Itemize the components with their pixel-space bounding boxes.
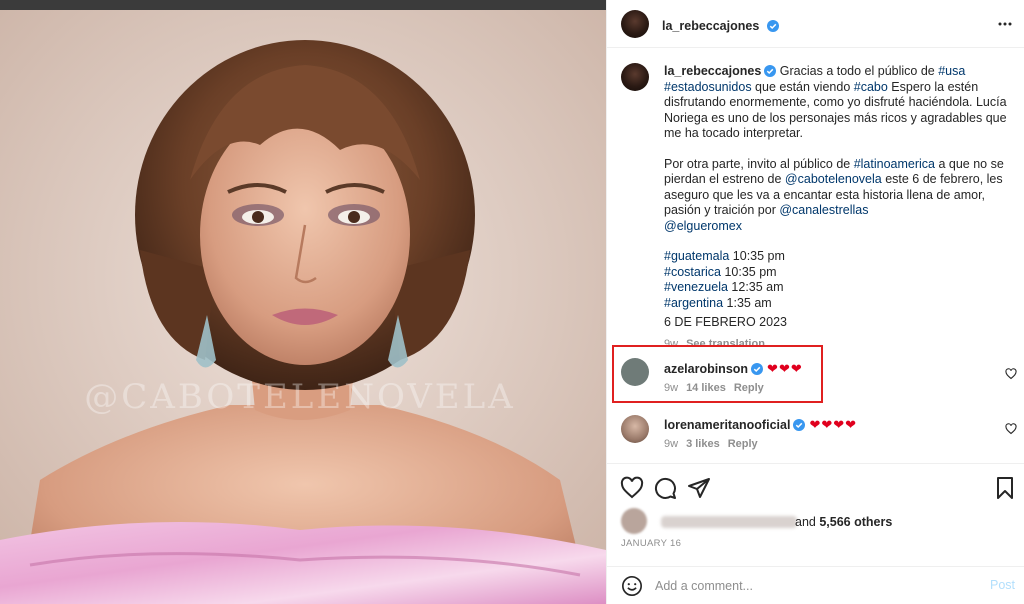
- highlight-box: [612, 345, 823, 403]
- hashtag-link[interactable]: @canalestrellas: [779, 203, 868, 217]
- hashtag-link[interactable]: #latinoamerica: [854, 157, 935, 171]
- author-avatar[interactable]: [621, 10, 649, 38]
- caption-author-username[interactable]: la_rebeccajones: [664, 64, 761, 78]
- hashtag-link[interactable]: @elgueromex: [664, 219, 742, 233]
- schedule-time: 10:35 pm: [729, 249, 785, 263]
- liker-name-blurred: [661, 516, 797, 528]
- liker-avatar: [621, 508, 647, 534]
- post-actions-bar: [607, 463, 1024, 511]
- schedule-time: 1:35 am: [723, 295, 772, 310]
- likes-text: and 5,566 others: [795, 515, 892, 529]
- caption-text: Por otra parte, invito al público de: [664, 156, 854, 171]
- hashtag-link[interactable]: #venezuela: [664, 280, 728, 294]
- hashtag-link[interactable]: @cabotelenovela: [785, 172, 882, 186]
- likes-summary[interactable]: and 5,566 others: [621, 508, 1021, 534]
- like-heart-icon[interactable]: [620, 476, 644, 500]
- caption-text: Gracias a todo el público de: [779, 64, 939, 78]
- caption-schedule: #guatemala 10:35 pm #costarica 10:35 pm #v…: [664, 249, 1009, 311]
- caption-author-avatar[interactable]: [621, 63, 649, 91]
- comment-age: 9w: [664, 438, 679, 450]
- reply-button[interactable]: Reply: [728, 438, 758, 450]
- commenter-username[interactable]: lorenameritanooficial: [664, 418, 790, 432]
- post-caption: la_rebeccajones Gracias a todo el públic…: [664, 64, 1009, 352]
- like-comment-heart-icon[interactable]: [1005, 368, 1017, 380]
- emoji-icon[interactable]: [621, 575, 643, 597]
- watermark-text: @CABOTELENOVELA: [84, 377, 515, 417]
- verified-badge-icon: [764, 65, 777, 77]
- comment-input[interactable]: [655, 576, 955, 596]
- schedule-time: 12:35 am: [727, 280, 784, 294]
- likes-count[interactable]: 5,566 others: [819, 515, 892, 529]
- likes-prefix: and: [795, 515, 820, 529]
- save-bookmark-icon[interactable]: [993, 476, 1017, 500]
- caption-text: que están viendo: [751, 79, 854, 94]
- hashtag-link[interactable]: #costarica: [664, 265, 721, 279]
- author-username[interactable]: la_rebeccajones: [662, 19, 759, 33]
- share-send-icon[interactable]: [687, 476, 711, 500]
- hashtag-link[interactable]: #estadosunidos: [664, 80, 752, 94]
- post-side-panel: la_rebeccajones la_rebeccajones Gracias …: [606, 0, 1024, 604]
- post-header: la_rebeccajones: [607, 0, 1024, 48]
- hashtag-link[interactable]: #argentina: [664, 296, 723, 310]
- comment-meta: 9w 3 likes Reply: [664, 438, 758, 450]
- caption-paragraph-1: la_rebeccajones Gracias a todo el públic…: [664, 64, 1009, 142]
- add-comment-bar: Post: [607, 566, 1024, 604]
- post-image[interactable]: @CABOTELENOVELA: [0, 10, 606, 604]
- hashtag-link[interactable]: #cabo: [854, 80, 888, 94]
- caption-date-line: 6 DE FEBRERO 2023: [664, 315, 787, 329]
- hashtag-link[interactable]: #guatemala: [664, 249, 729, 263]
- more-options-icon[interactable]: [997, 16, 1013, 32]
- comment-body: lorenameritanooficial ❤❤❤❤: [664, 417, 857, 433]
- verified-badge-icon: [793, 419, 806, 431]
- comment-item: lorenameritanooficial ❤❤❤❤ 9w 3 likes Reply: [607, 408, 1024, 458]
- author-name-row: la_rebeccajones: [662, 17, 779, 35]
- commenter-avatar[interactable]: [621, 415, 649, 443]
- post-comment-button[interactable]: Post: [990, 578, 1015, 592]
- post-date: JANUARY 16: [621, 538, 682, 549]
- comment-bubble-icon[interactable]: [653, 476, 677, 500]
- top-bar: [0, 0, 606, 10]
- caption-paragraph-2: Por otra parte, invito al público de #la…: [664, 157, 1009, 235]
- comment-text: ❤❤❤❤: [809, 417, 858, 432]
- hashtag-link[interactable]: #usa: [938, 64, 965, 78]
- like-comment-heart-icon[interactable]: [1005, 423, 1017, 435]
- schedule-time: 10:35 pm: [720, 264, 777, 279]
- comment-likes-count[interactable]: 3 likes: [686, 438, 720, 450]
- verified-badge-icon: [766, 20, 779, 32]
